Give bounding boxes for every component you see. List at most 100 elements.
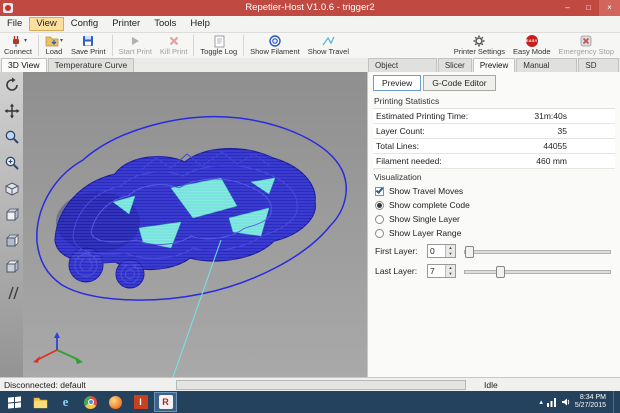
- menu-help[interactable]: Help: [183, 17, 217, 31]
- toolbar-separator: [193, 35, 195, 56]
- tab-slicer[interactable]: Slicer: [437, 58, 472, 72]
- emergency-stop-label: Emergency Stop: [558, 47, 614, 56]
- taskbar-app-i[interactable]: I: [129, 392, 152, 412]
- zoom-in-button[interactable]: [3, 154, 21, 172]
- show-single-layer-label: Show Single Layer: [389, 214, 460, 224]
- show-complete-code-radio[interactable]: [375, 200, 384, 210]
- toolbar-right-group: Printer Settings EASY Easy Mode Emergenc…: [450, 33, 618, 58]
- slider-track: [464, 270, 611, 274]
- network-icon[interactable]: [546, 397, 557, 407]
- clock-date: 5/27/2015: [574, 402, 606, 409]
- tab-3d-view[interactable]: 3D View: [1, 58, 47, 72]
- tray-expand-icon[interactable]: ▴: [539, 398, 543, 406]
- show-filament-label: Show Filament: [250, 47, 300, 56]
- taskbar-chrome[interactable]: [79, 392, 102, 412]
- side-view-button[interactable]: [3, 232, 21, 250]
- start-print-button[interactable]: Start Print: [115, 33, 156, 58]
- connect-dropdown-arrow[interactable]: ▾: [24, 37, 27, 44]
- toolbar-separator: [111, 35, 113, 56]
- taskbar-internet-explorer[interactable]: e: [54, 392, 77, 412]
- magnifier-icon: [5, 130, 19, 144]
- tab-sd-card[interactable]: SD Card: [578, 58, 620, 81]
- show-single-layer-option[interactable]: Show Single Layer: [375, 214, 615, 224]
- taskbar-file-explorer[interactable]: [29, 392, 52, 412]
- isometric-view-button[interactable]: [3, 180, 21, 198]
- save-print-button[interactable]: Save Print: [67, 33, 110, 58]
- visualization-title: Visualization: [374, 172, 422, 182]
- connect-label: Connect: [4, 47, 32, 56]
- show-complete-code-option[interactable]: Show complete Code: [375, 200, 615, 210]
- emergency-stop-button[interactable]: Emergency Stop: [555, 33, 618, 58]
- emergency-stop-icon: [580, 35, 592, 46]
- tab-manual-control[interactable]: Manual Control: [516, 58, 578, 81]
- preview-subtab-button[interactable]: Preview: [373, 75, 422, 91]
- spin-down-button[interactable]: ▼: [446, 251, 455, 257]
- first-layer-label: First Layer:: [375, 246, 418, 256]
- clock-time: 8:34 PM: [579, 393, 606, 401]
- minimize-button[interactable]: –: [557, 0, 578, 16]
- titlebar[interactable]: Repetier-Host V1.0.6 - trigger2 – □ ×: [0, 0, 620, 16]
- stat-row-total-lines: Total Lines: 44055: [373, 139, 615, 154]
- printer-settings-button[interactable]: Printer Settings: [450, 33, 509, 58]
- menu-tools[interactable]: Tools: [147, 17, 183, 31]
- taskbar-clock[interactable]: 8:34 PM 5/27/2015: [575, 394, 609, 411]
- kill-print-button[interactable]: Kill Print: [156, 33, 192, 58]
- last-layer-spinner[interactable]: 7 ▲ ▼: [427, 264, 456, 278]
- taskbar-firefox[interactable]: [104, 392, 127, 412]
- filament-spool-icon: [269, 34, 281, 47]
- show-single-layer-radio[interactable]: [375, 214, 384, 224]
- menu-view[interactable]: View: [29, 17, 64, 31]
- gcode-editor-subtab-button[interactable]: G-Code Editor: [423, 75, 496, 91]
- zoom-view-button[interactable]: [3, 128, 21, 146]
- close-button[interactable]: ×: [599, 0, 620, 16]
- first-layer-slider[interactable]: [464, 245, 611, 258]
- show-travel-button[interactable]: Show Travel: [304, 33, 353, 58]
- last-layer-slider[interactable]: [464, 265, 611, 278]
- maximize-button[interactable]: □: [578, 0, 599, 16]
- tab-object-placement[interactable]: Object Placement: [368, 58, 437, 81]
- move-view-button[interactable]: [3, 102, 21, 120]
- tab-preview[interactable]: Preview: [472, 58, 516, 72]
- show-travel-label: Show Travel: [307, 47, 350, 56]
- toggle-log-button[interactable]: Toggle Log: [196, 33, 241, 58]
- app-i-tile-icon: I: [133, 395, 148, 409]
- viewport-3d[interactable]: [0, 72, 367, 377]
- top-view-button[interactable]: [3, 258, 21, 276]
- volume-icon[interactable]: [561, 397, 571, 407]
- show-filament-button[interactable]: Show Filament: [246, 33, 304, 58]
- toggle-log-label: Toggle Log: [200, 47, 238, 56]
- tab-temperature-curve[interactable]: Temperature Curve: [47, 58, 135, 72]
- show-layer-range-option[interactable]: Show Layer Range: [375, 228, 615, 238]
- play-icon: [132, 36, 140, 45]
- slider-thumb[interactable]: [465, 246, 475, 258]
- windows-taskbar: e I R ▴ 8:34 PM 5/27/2015: [0, 391, 620, 413]
- system-tray: ▴ 8:34 PM 5/27/2015: [539, 391, 617, 413]
- gear-icon: [473, 35, 485, 46]
- front-view-button[interactable]: [3, 206, 21, 224]
- menubar: File View Config Printer Tools Help: [0, 16, 620, 33]
- slider-thumb[interactable]: [496, 266, 506, 278]
- taskbar-repetier-host[interactable]: R: [154, 392, 177, 412]
- rotate-view-button[interactable]: [3, 76, 21, 94]
- log-page-icon: [214, 35, 225, 47]
- menu-printer[interactable]: Printer: [105, 17, 147, 31]
- menu-config[interactable]: Config: [64, 17, 105, 31]
- show-desktop-button[interactable]: [613, 391, 617, 413]
- parallel-projection-button[interactable]: [3, 284, 21, 302]
- load-button[interactable]: ▾ Load: [41, 33, 67, 58]
- easy-mode-button[interactable]: EASY Easy Mode: [509, 33, 555, 58]
- cross-icon: [169, 36, 178, 45]
- first-layer-value[interactable]: 0: [428, 245, 445, 257]
- start-button[interactable]: [0, 391, 28, 413]
- last-layer-value[interactable]: 7: [428, 265, 445, 277]
- show-travel-moves-option[interactable]: Show Travel Moves: [375, 186, 615, 196]
- show-layer-range-radio[interactable]: [375, 228, 384, 238]
- first-layer-spinner[interactable]: 0 ▲ ▼: [427, 244, 456, 258]
- show-travel-moves-checkbox[interactable]: [375, 186, 384, 196]
- stat-label: Layer Count:: [376, 126, 425, 136]
- toolbar: ▾ Connect ▾ Load Save Print Start Print …: [0, 33, 620, 59]
- load-dropdown-arrow[interactable]: ▾: [60, 37, 63, 44]
- spin-down-button[interactable]: ▼: [446, 271, 455, 277]
- menu-file[interactable]: File: [0, 17, 29, 31]
- connect-button[interactable]: ▾ Connect: [0, 33, 36, 58]
